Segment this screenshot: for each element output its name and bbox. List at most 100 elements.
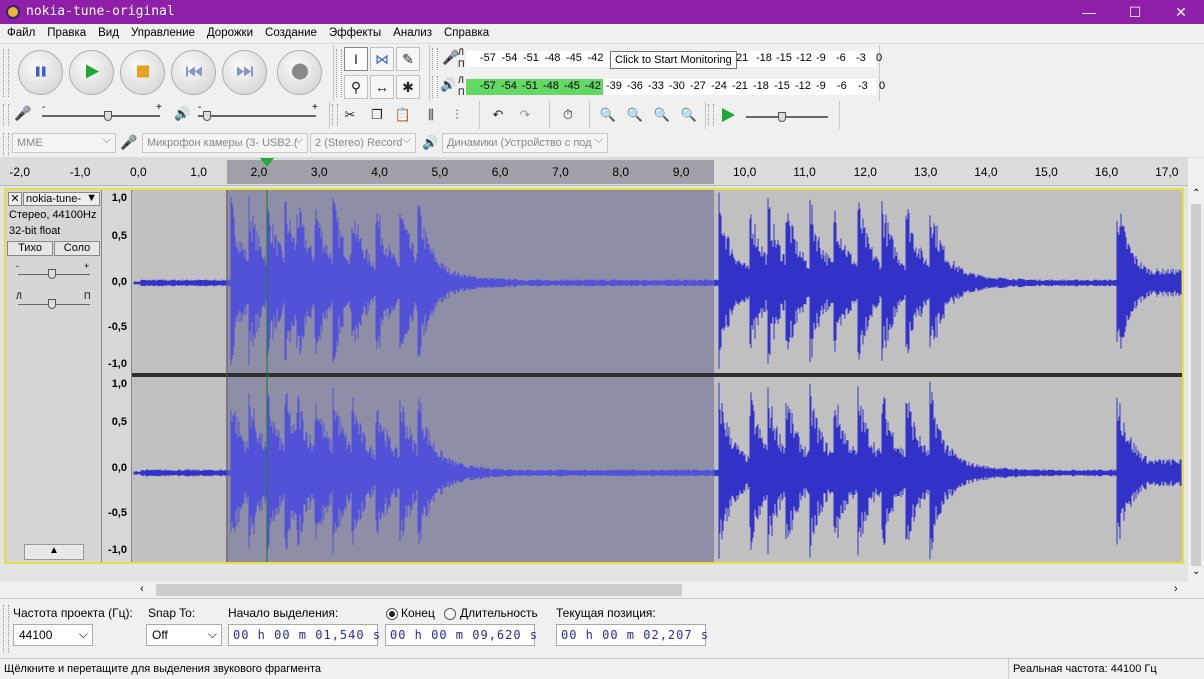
zoom-out-button[interactable]: 🔍 [623, 103, 647, 127]
ruler-label: 16,0 [1094, 165, 1119, 179]
minimize-button[interactable]: — [1066, 0, 1112, 24]
trim-button[interactable]: ⫼ [419, 103, 443, 127]
playhead-marker-icon[interactable] [260, 158, 275, 168]
track-area-bottom [0, 568, 1188, 582]
undo-button[interactable]: ↶ [486, 103, 510, 127]
playback-volume-slider[interactable] [198, 115, 316, 117]
meter-tick: -42 [585, 80, 601, 92]
speaker-icon: 🔊 [174, 106, 191, 121]
ruler-label: 6,0 [491, 165, 509, 179]
toolbar-grip[interactable] [3, 49, 9, 97]
ruler-label: 3,0 [310, 165, 328, 179]
selection-end-field[interactable]: 00 h 00 m 09,620 s [385, 624, 537, 646]
end-radio-label: Конец [401, 606, 435, 620]
close-window-button[interactable]: ✕ [1158, 0, 1204, 24]
paste-button[interactable]: 📋 [391, 103, 415, 127]
menu-edit[interactable]: Правка [40, 24, 91, 44]
play-at-speed-button[interactable] [716, 103, 740, 127]
menu-help[interactable]: Справка [437, 24, 494, 44]
ruler-label: 15,0 [1034, 165, 1058, 179]
amplitude-ruler[interactable]: 1,0 0,5 0,0 -0,5 -1,0 1,0 0,5 0,0 -0,5 -1,0 [102, 190, 132, 562]
recording-device-select[interactable]: Микрофон камеры (3- USB2.( [142, 133, 308, 153]
maximize-button[interactable]: ☐ [1112, 0, 1158, 24]
gain-slider-thumb[interactable] [48, 269, 56, 279]
play-button[interactable] [69, 50, 114, 95]
record-volume-slider[interactable] [42, 115, 160, 117]
multi-tool-button[interactable]: ✱ [396, 75, 420, 99]
playback-speed-thumb[interactable] [778, 112, 786, 122]
sync-lock-button[interactable]: ⏱ [556, 103, 580, 127]
meter-tick: -18 [756, 52, 772, 64]
toolbar-grip[interactable] [3, 133, 9, 155]
horizontal-scrollbar[interactable]: ‹ › [140, 582, 1184, 598]
toolbar-grip[interactable] [432, 48, 438, 70]
menu-transport[interactable]: Управление [124, 24, 200, 44]
stop-icon [136, 64, 150, 81]
skip-end-button[interactable] [222, 50, 267, 95]
scroll-up-icon[interactable]: ⌃ [1192, 188, 1200, 199]
pause-icon [34, 64, 48, 81]
recording-channels-select[interactable]: 2 (Stereo) Record [310, 133, 416, 153]
audio-position-field[interactable]: 00 h 00 m 02,207 s [556, 624, 708, 646]
track-name-menu[interactable]: nokia-tune- ▼ [23, 192, 100, 206]
project-rate-select[interactable]: 44100 ⌵ [13, 624, 93, 646]
toolbar-grip[interactable] [3, 605, 9, 653]
zoom-tool-button[interactable]: ⚲ [344, 75, 368, 99]
silence-button[interactable]: ⫶ [445, 103, 469, 127]
cut-button[interactable]: ✂ [338, 103, 362, 127]
playback-volume-thumb[interactable] [203, 111, 211, 121]
menu-file[interactable]: Файл [0, 24, 40, 44]
fit-selection-button[interactable]: 🔍 [650, 103, 674, 127]
zoom-in-button[interactable]: 🔍 [596, 103, 620, 127]
ruler-label: 9,0 [672, 165, 690, 179]
horizontal-scroll-thumb[interactable] [156, 584, 682, 596]
toolbar-grip[interactable] [432, 76, 438, 98]
playback-speed-slider[interactable] [746, 116, 828, 118]
solo-button[interactable]: Соло [54, 241, 100, 256]
end-radio[interactable] [386, 608, 398, 620]
mute-button[interactable]: Тихо [7, 241, 53, 256]
snap-to-select[interactable]: Off ⌵ [146, 624, 222, 646]
copy-button[interactable]: ❐ [365, 103, 389, 127]
menu-view[interactable]: Вид [91, 24, 124, 44]
pan-slider-thumb[interactable] [48, 299, 56, 309]
fit-project-button[interactable]: 🔍 [677, 103, 701, 127]
redo-button[interactable]: ↷ [513, 103, 537, 127]
silence-audio-icon: ⫶ [455, 107, 459, 122]
selection-tool-button[interactable]: I [344, 47, 368, 71]
zoom-out-icon: 🔍 [626, 107, 644, 122]
audio-host-select[interactable]: MME [12, 133, 116, 153]
scroll-down-icon[interactable]: ⌄ [1192, 566, 1200, 577]
skip-start-button[interactable] [171, 50, 216, 95]
meter-tick: -9 [816, 80, 826, 92]
playback-device-select[interactable]: Динамики (Устройство с под [442, 133, 608, 153]
waveform-view[interactable] [132, 190, 1182, 562]
collapse-track-button[interactable]: ▲ [24, 544, 84, 560]
ruler-label: 4,0 [371, 165, 388, 179]
envelope-tool-button[interactable]: ⋈ [370, 47, 394, 71]
meter-tick: -3 [858, 80, 868, 92]
ruler-label: 10,0 [733, 165, 757, 179]
menu-tracks[interactable]: Дорожки [200, 24, 258, 44]
draw-tool-button[interactable]: ✎ [396, 47, 420, 71]
time-shift-tool-button[interactable]: ↔ [370, 75, 394, 99]
record-volume-thumb[interactable] [104, 111, 112, 121]
close-track-button[interactable]: ✕ [8, 192, 22, 206]
toolbar-grip[interactable] [3, 104, 9, 126]
menu-analyze[interactable]: Анализ [386, 24, 437, 44]
window-title: nokia-tune-original [26, 4, 175, 19]
toolbar-grip[interactable] [708, 104, 714, 126]
gain-plus-label: + [84, 261, 90, 271]
menu-generate[interactable]: Создание [258, 24, 322, 44]
scroll-left-icon[interactable]: ‹ [140, 583, 144, 595]
length-radio[interactable] [444, 608, 456, 620]
selection-start-field[interactable]: 00 h 00 m 01,540 s [228, 624, 380, 646]
scroll-right-icon[interactable]: › [1174, 583, 1178, 595]
toolbar-grip[interactable] [336, 49, 342, 97]
record-button[interactable] [277, 50, 322, 95]
vertical-scroll-thumb[interactable] [1191, 204, 1201, 566]
menu-effect[interactable]: Эффекты [322, 24, 386, 44]
stop-button[interactable] [120, 50, 165, 95]
pause-button[interactable] [18, 50, 63, 95]
vertical-scrollbar[interactable]: ⌃ ⌄ [1188, 186, 1204, 582]
